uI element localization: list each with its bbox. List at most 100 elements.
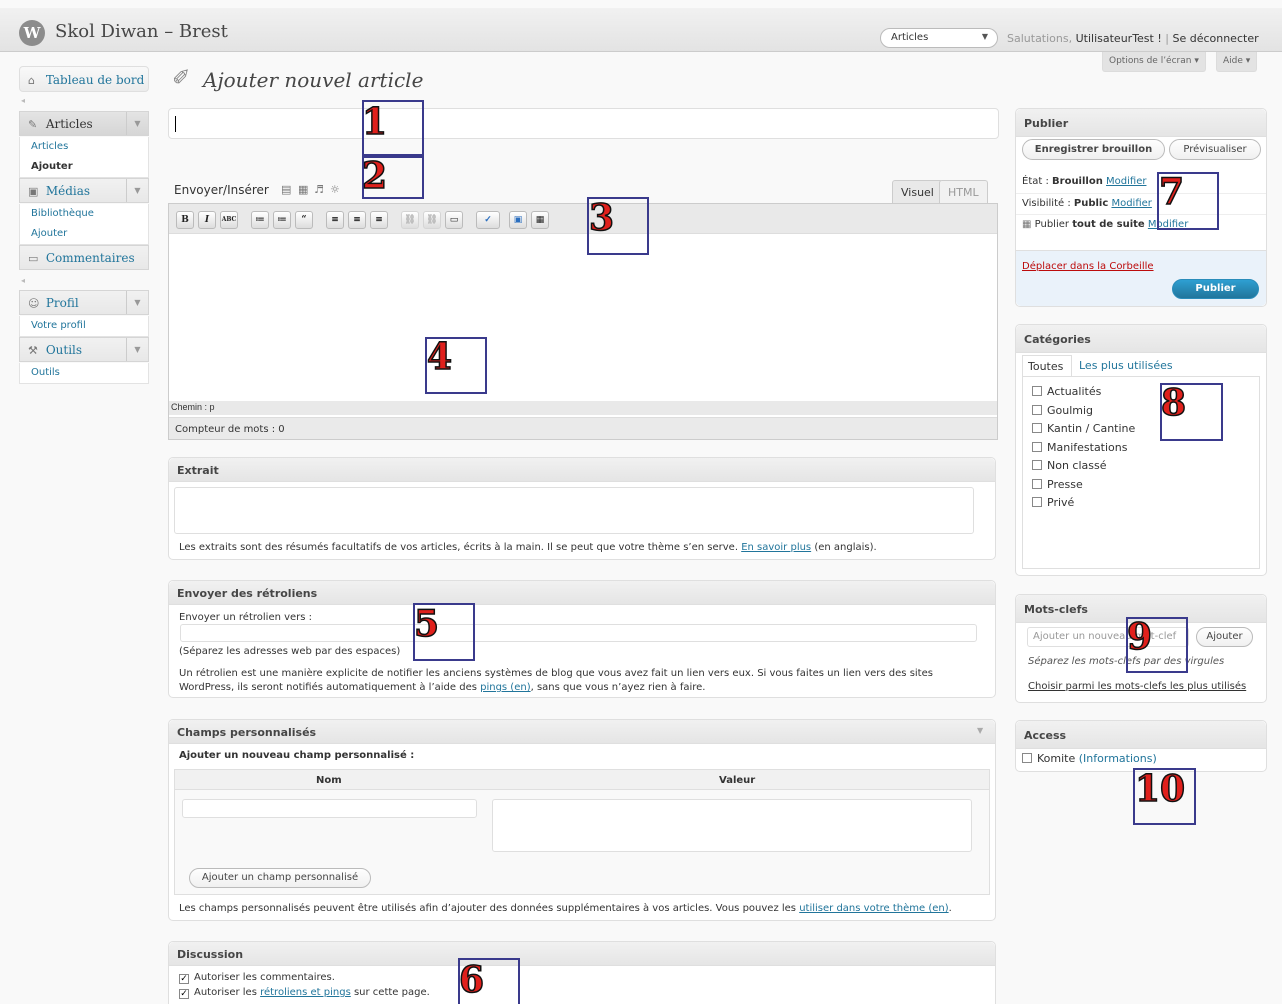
post-editor[interactable]: B I ABC ≔ ≔ “ ≡ ≡ ≡ ⛓ ⛓ ▭ ✓ ▣ ▦ Chemin :… (168, 203, 998, 440)
tab-all-categories[interactable]: Toutes (1022, 355, 1072, 376)
trackbacks-box: Envoyer des rétroliens Envoyer un rétrol… (168, 580, 996, 698)
category-item[interactable]: Actualités (1032, 385, 1135, 404)
add-video-icon[interactable]: ▦ (298, 183, 308, 196)
custom-field-value-textarea[interactable] (492, 799, 972, 852)
tab-html[interactable]: HTML (939, 180, 988, 204)
kitchen-sink-button[interactable]: ▦ (531, 211, 549, 229)
edit-visibility-link[interactable]: Modifier (1111, 198, 1151, 209)
menu-media[interactable]: ▣ Médias ▼ (19, 178, 149, 203)
category-checkbox[interactable] (1032, 478, 1042, 489)
menu-comments[interactable]: ▭ Commentaires (19, 245, 149, 270)
submenu-add-media[interactable]: Ajouter (20, 224, 148, 244)
allow-pings-option[interactable]: ✓ Autoriser les rétroliens et pings sur c… (179, 987, 430, 999)
menu-toggle-icon[interactable]: ▼ (126, 179, 148, 202)
allow-comments-checkbox[interactable]: ✓ (179, 974, 189, 984)
publish-title[interactable]: Publier (1016, 109, 1266, 137)
use-in-theme-link[interactable]: utiliser dans votre thème (en) (799, 903, 948, 914)
learn-more-link[interactable]: En savoir plus (741, 542, 811, 553)
menu-toggle-icon[interactable]: ▼ (126, 112, 148, 135)
save-draft-button[interactable]: Enregistrer brouillon (1022, 139, 1165, 160)
submenu-your-profile[interactable]: Votre profil (20, 316, 148, 336)
access-title[interactable]: Access (1016, 721, 1266, 749)
collapse-arrow-icon[interactable]: ▼ (977, 726, 983, 735)
favorite-actions-select[interactable]: Articles ▼ (880, 28, 998, 48)
status-label: État : (1022, 176, 1053, 187)
submenu-tools[interactable]: Outils (20, 363, 148, 383)
tab-visual[interactable]: Visuel (892, 180, 943, 204)
pings-link[interactable]: pings (en) (480, 682, 531, 693)
komite-checkbox[interactable] (1022, 753, 1032, 763)
choose-tags-link[interactable]: Choisir parmi les mots-clefs les plus ut… (1028, 681, 1246, 692)
category-item[interactable]: Manifestations (1032, 441, 1135, 460)
category-checkbox[interactable] (1032, 441, 1042, 452)
trackback-desc-pre: WordPress, ils seront notifiés automatiq… (179, 682, 481, 693)
numbered-list-button[interactable]: ≔ (273, 211, 291, 229)
menu-toggle-icon[interactable]: ▼ (126, 291, 148, 314)
add-tag-button[interactable]: Ajouter (1196, 627, 1253, 647)
submenu-articles[interactable]: Articles (20, 137, 148, 157)
text-caret (175, 116, 176, 132)
access-option[interactable]: Komite (Informations) (1022, 752, 1157, 765)
publish-button[interactable]: Publier (1172, 279, 1259, 299)
add-media-icon[interactable]: ☼ (330, 183, 340, 196)
menu-dashboard[interactable]: ⌂ Tableau de bord (19, 66, 149, 92)
edit-status-link[interactable]: Modifier (1106, 176, 1146, 187)
fullscreen-button[interactable]: ▣ (509, 211, 527, 229)
preview-button[interactable]: Prévisualiser (1169, 139, 1261, 160)
strikethrough-button[interactable]: ABC (220, 211, 238, 229)
add-custom-field-button[interactable]: Ajouter un champ personnalisé (189, 868, 371, 888)
allow-comments-option[interactable]: ✓ Autoriser les commentaires. (179, 972, 335, 984)
custom-fields-title[interactable]: Champs personnalisés (169, 720, 995, 744)
category-item[interactable]: Non classé (1032, 459, 1135, 478)
chevron-down-icon: ▼ (981, 32, 988, 41)
categories-title[interactable]: Catégories (1016, 325, 1266, 353)
category-checkbox[interactable] (1032, 404, 1042, 415)
username-link[interactable]: UtilisateurTest ! (1076, 32, 1162, 45)
excerpt-title[interactable]: Extrait (169, 458, 995, 482)
menu-toggle-icon[interactable]: ▼ (126, 338, 148, 361)
trackbacks-pings-link[interactable]: rétroliens et pings (260, 987, 351, 998)
insert-more-button[interactable]: ▭ (445, 211, 463, 229)
informations-link[interactable]: (Informations) (1079, 752, 1157, 765)
discussion-title[interactable]: Discussion (169, 942, 995, 966)
category-item[interactable]: Presse (1032, 478, 1135, 497)
allow-pings-checkbox[interactable]: ✓ (179, 989, 189, 999)
align-right-button[interactable]: ≡ (370, 211, 388, 229)
add-image-icon[interactable]: ▤ (281, 183, 291, 196)
menu-posts[interactable]: ✎ Articles ▼ (19, 111, 149, 136)
submenu-add-post[interactable]: Ajouter (20, 157, 148, 177)
bold-button[interactable]: B (176, 211, 194, 229)
help-tab[interactable]: Aide ▾ (1216, 52, 1258, 72)
menu-tools[interactable]: ⚒ Outils ▼ (19, 337, 149, 362)
category-checkbox[interactable] (1032, 497, 1042, 507)
menu-profile[interactable]: ☺ Profil ▼ (19, 290, 149, 315)
wordpress-logo-icon[interactable]: W (19, 20, 45, 46)
blockquote-button[interactable]: “ (295, 211, 313, 229)
category-checkbox[interactable] (1032, 386, 1042, 396)
insert-link-button[interactable]: ⛓ (401, 211, 419, 229)
bullet-list-button[interactable]: ≔ (251, 211, 269, 229)
move-to-trash-link[interactable]: Déplacer dans la Corbeille (1022, 261, 1154, 272)
post-title-input[interactable] (168, 108, 999, 139)
trackbacks-title[interactable]: Envoyer des rétroliens (169, 581, 995, 605)
submenu-library[interactable]: Bibliothèque (20, 204, 148, 224)
unlink-button[interactable]: ⛓ (423, 211, 441, 229)
spellcheck-button[interactable]: ✓ (476, 211, 500, 229)
site-title[interactable]: Skol Diwan – Brest (55, 21, 228, 42)
annotation-number-3: 3 (588, 197, 615, 239)
screen-options-tab[interactable]: Options de l’écran ▾ (1102, 52, 1206, 72)
logout-link[interactable]: Se déconnecter (1172, 32, 1258, 45)
add-audio-icon[interactable]: ♬ (314, 183, 324, 196)
custom-field-name-input[interactable] (182, 799, 477, 818)
category-checkbox[interactable] (1032, 423, 1042, 433)
align-center-button[interactable]: ≡ (348, 211, 366, 229)
category-checkbox[interactable] (1032, 460, 1042, 470)
trackback-url-input[interactable] (180, 624, 977, 642)
italic-button[interactable]: I (198, 211, 216, 229)
align-left-button[interactable]: ≡ (326, 211, 344, 229)
category-item[interactable]: Privé (1032, 496, 1135, 515)
category-item[interactable]: Kantin / Cantine (1032, 422, 1135, 441)
tab-most-used[interactable]: Les plus utilisées (1079, 359, 1173, 372)
category-item[interactable]: Goulmig (1032, 404, 1135, 423)
excerpt-textarea[interactable] (174, 487, 974, 534)
